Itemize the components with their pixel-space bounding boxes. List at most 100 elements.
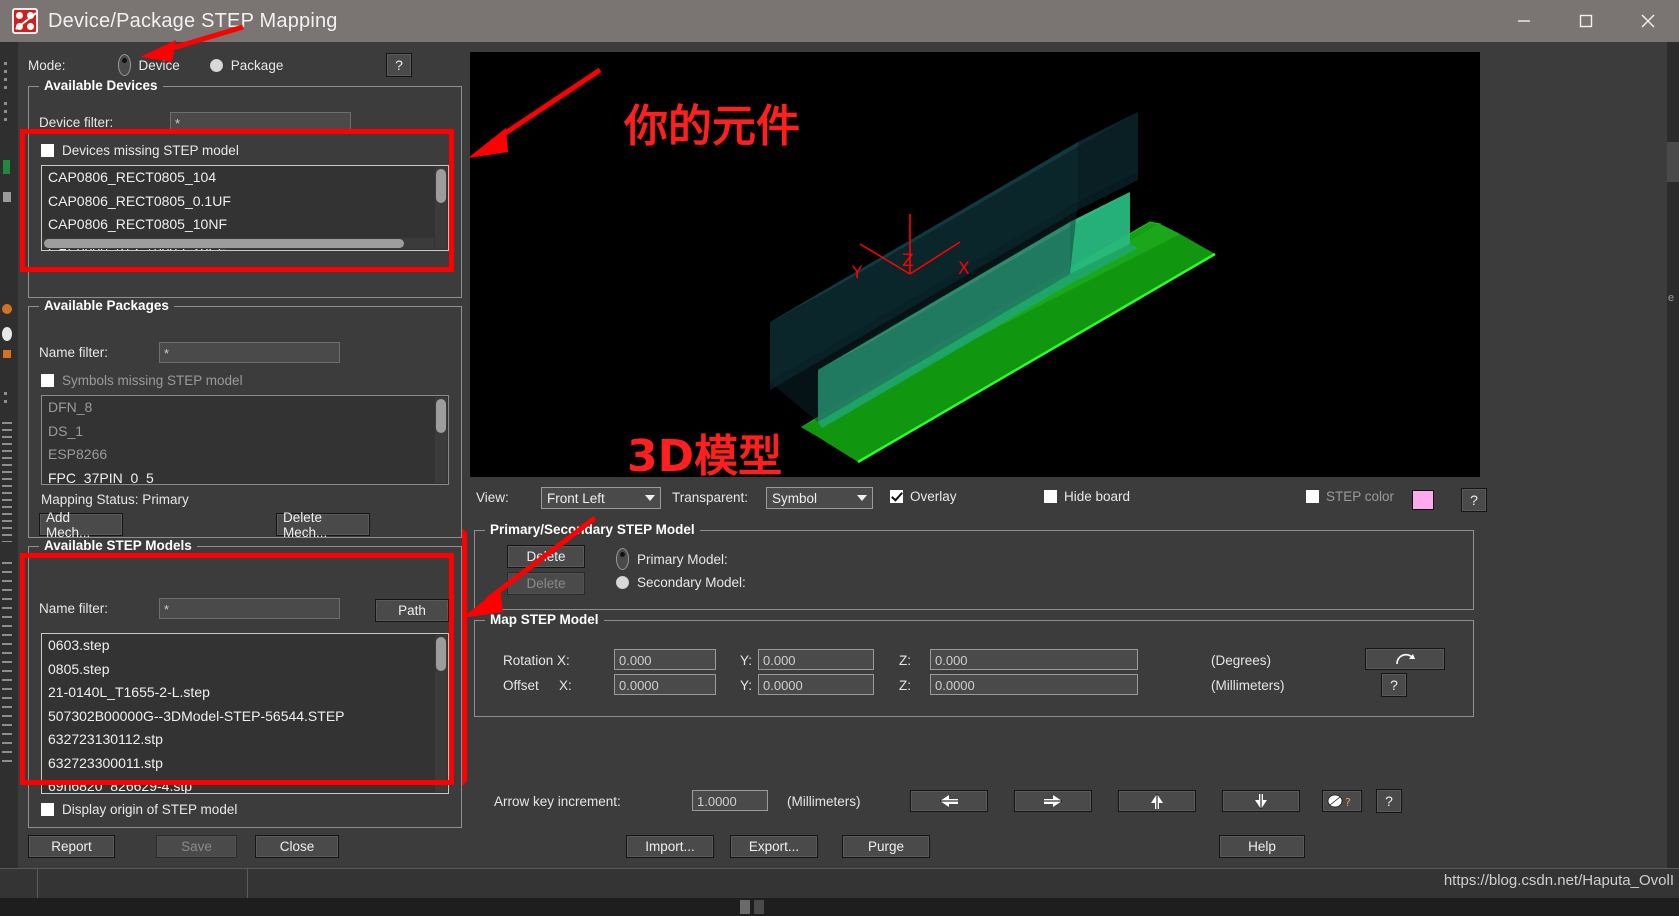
maximize-button[interactable] xyxy=(1555,0,1617,42)
degrees-label: (Degrees) xyxy=(1211,653,1272,668)
report-button[interactable]: Report xyxy=(28,835,115,858)
list-item[interactable]: ESP8266 xyxy=(42,443,448,467)
path-button[interactable]: Path xyxy=(375,599,449,622)
window-title: Device/Package STEP Mapping xyxy=(48,9,338,32)
chevron-down-icon[interactable] xyxy=(641,490,658,506)
step-color-checkbox-icon[interactable] xyxy=(1306,490,1319,503)
package-name-filter-label: Name filter: xyxy=(39,345,109,360)
arrow-increment-row: Arrow key increment: 1.0000 (Millimeters… xyxy=(474,789,1474,816)
mode-row: Mode: Device Package xyxy=(28,54,428,76)
view-label: View: xyxy=(476,490,509,505)
devices-list-horizontal-scrollbar[interactable] xyxy=(43,238,434,249)
secondary-model-radio[interactable]: Secondary Model: xyxy=(616,575,746,590)
display-origin-checkbox-icon[interactable] xyxy=(41,803,54,816)
view-select-value: Front Left xyxy=(547,490,605,506)
mode-radio-device[interactable]: Device xyxy=(117,54,180,76)
list-item[interactable]: CAP0806_RECT0805_10NF xyxy=(42,213,448,237)
offset-label: Offset xyxy=(503,678,539,693)
hide-board-checkbox[interactable]: Hide board xyxy=(1044,489,1130,504)
axis-label-y: Y xyxy=(851,263,863,283)
rotation-z-input[interactable]: 0.000 xyxy=(930,649,1138,670)
list-item[interactable]: CAP0806_RECT0805_104 xyxy=(42,166,448,190)
arrow-left-button[interactable] xyxy=(910,790,988,812)
background-app-left-strip xyxy=(0,42,18,916)
arrow-right-button[interactable] xyxy=(1014,790,1092,812)
devices-list-vertical-scrollbar[interactable] xyxy=(435,167,447,249)
arrow-help-button[interactable]: ? xyxy=(1376,789,1402,813)
delete-primary-button[interactable]: Delete xyxy=(507,545,585,568)
available-devices-list[interactable]: CAP0806_RECT0805_104 CAP0806_RECT0805_0.… xyxy=(41,165,449,251)
display-origin-checkbox[interactable]: Display origin of STEP model xyxy=(41,802,237,817)
rotate-button[interactable] xyxy=(1365,648,1445,670)
offset-y-input[interactable]: 0.0000 xyxy=(758,674,874,695)
add-mech-button[interactable]: Add Mech... xyxy=(39,510,123,540)
primary-model-label: Primary Model: xyxy=(637,551,728,567)
minimize-button[interactable] xyxy=(1493,0,1555,42)
radio-secondary-icon[interactable] xyxy=(616,576,629,589)
close-button[interactable] xyxy=(1617,0,1679,42)
primary-model-radio[interactable]: Primary Model: xyxy=(616,548,728,570)
available-devices-title: Available Devices xyxy=(39,78,163,93)
list-item[interactable]: 632723130112.stp xyxy=(42,728,448,752)
save-button[interactable]: Save xyxy=(156,835,237,858)
list-item[interactable]: 507302B00000G--3DModel-STEP-56544.STEP xyxy=(42,705,448,729)
list-item[interactable]: 0805.step xyxy=(42,658,448,682)
devices-missing-checkbox[interactable]: Devices missing STEP model xyxy=(41,143,239,158)
rotation-x-input[interactable]: 0.000 xyxy=(614,649,716,670)
chevron-down-icon[interactable] xyxy=(853,490,870,506)
arrow-increment-label: Arrow key increment: xyxy=(494,794,621,809)
list-item[interactable]: 0603.step xyxy=(42,634,448,658)
device-filter-input[interactable]: * xyxy=(170,112,351,133)
arrow-increment-input[interactable]: 1.0000 xyxy=(692,790,768,811)
close-button-bottom[interactable]: Close xyxy=(255,835,339,858)
overlay-checkbox[interactable]: Overlay xyxy=(890,489,957,504)
import-button[interactable]: Import... xyxy=(626,835,714,858)
arrow-down-button[interactable] xyxy=(1222,790,1300,812)
device-filter-row: Device filter: * xyxy=(39,112,449,133)
map-help-button[interactable]: ? xyxy=(1381,673,1407,697)
devices-missing-checkbox-icon[interactable] xyxy=(41,144,54,157)
list-item[interactable]: CAP0806_RECT0805_0.1UF xyxy=(42,190,448,214)
list-item[interactable]: DFN_8 xyxy=(42,396,448,420)
list-item[interactable]: 21-0140L_T1655-2-L.step xyxy=(42,681,448,705)
export-button[interactable]: Export... xyxy=(730,835,818,858)
radio-device-icon[interactable] xyxy=(117,54,131,76)
step-color-checkbox[interactable]: STEP color xyxy=(1306,489,1394,504)
step-color-swatch[interactable] xyxy=(1412,490,1434,510)
overlay-checkbox-icon[interactable] xyxy=(890,490,903,503)
mode-radio-package[interactable]: Package xyxy=(209,58,283,73)
help-button[interactable]: Help xyxy=(1219,835,1305,858)
hide-board-checkbox-icon[interactable] xyxy=(1044,490,1057,503)
list-item[interactable]: 69h6820_826629-4.stp xyxy=(42,775,448,793)
step-models-list-vertical-scrollbar[interactable] xyxy=(435,635,447,792)
packages-list-vertical-scrollbar[interactable] xyxy=(435,397,447,483)
hide-board-label: Hide board xyxy=(1064,489,1131,504)
list-item[interactable]: DS_1 xyxy=(42,420,448,444)
radio-primary-icon[interactable] xyxy=(616,548,629,570)
package-name-filter-input[interactable]: * xyxy=(159,342,340,363)
available-step-models-list[interactable]: 0603.step 0805.step 21-0140L_T1655-2-L.s… xyxy=(41,633,449,794)
rotation-y-input[interactable]: 0.000 xyxy=(758,649,874,670)
overlay-label: Overlay xyxy=(910,489,957,504)
view-help-button[interactable]: ? xyxy=(1461,488,1487,512)
step-name-filter-input[interactable]: * xyxy=(159,598,340,619)
view-select[interactable]: Front Left xyxy=(541,487,661,509)
transparent-select[interactable]: Symbol xyxy=(766,487,873,509)
3d-viewport[interactable]: Z Y X xyxy=(470,52,1480,477)
offset-z-input[interactable]: 0.0000 xyxy=(930,674,1138,695)
pick-help-button[interactable]: ? xyxy=(1322,790,1362,812)
purge-button[interactable]: Purge xyxy=(842,835,930,858)
list-item[interactable]: FPC_37PIN_0_5 xyxy=(42,467,448,485)
symbols-missing-checkbox-icon[interactable] xyxy=(41,374,54,387)
arrow-up-button[interactable] xyxy=(1118,790,1196,812)
radio-package-icon[interactable] xyxy=(209,58,223,72)
available-packages-list[interactable]: DFN_8 DS_1 ESP8266 FPC_37PIN_0_5 xyxy=(41,395,449,485)
list-item[interactable]: 632723300011.stp xyxy=(42,752,448,776)
mode-help-button[interactable]: ? xyxy=(386,53,412,77)
delete-secondary-button[interactable]: Delete xyxy=(507,572,585,595)
primary-secondary-title: Primary/Secondary STEP Model xyxy=(485,522,700,537)
rotation-x-label: Rotation X: xyxy=(503,653,570,668)
symbols-missing-checkbox[interactable]: Symbols missing STEP model xyxy=(41,373,243,388)
offset-x-input[interactable]: 0.0000 xyxy=(614,674,716,695)
delete-mech-button[interactable]: Delete Mech... xyxy=(276,510,370,540)
